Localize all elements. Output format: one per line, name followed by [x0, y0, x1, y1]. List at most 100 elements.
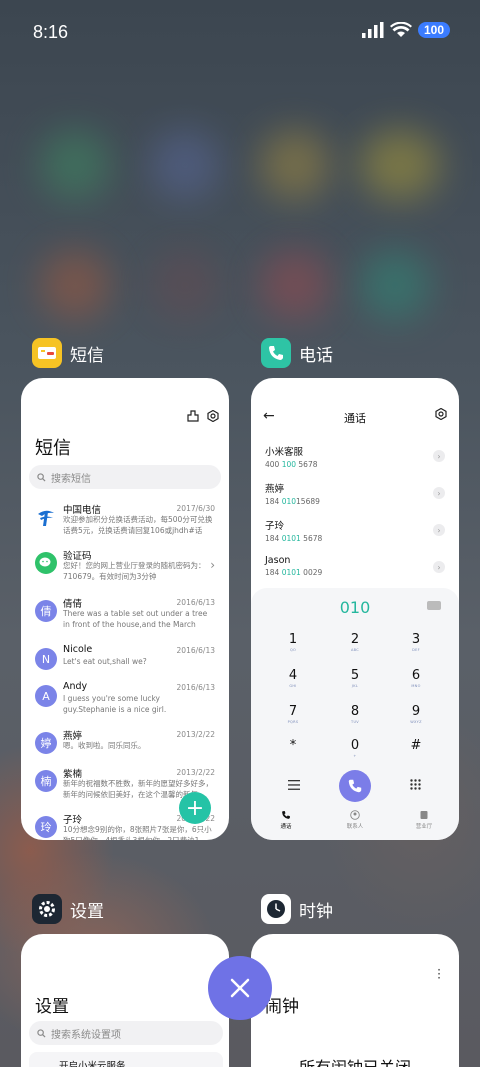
- message-date: 2013/2/22: [176, 730, 215, 739]
- contact-item[interactable]: 小米客服 400 100 5678 ›: [265, 444, 445, 474]
- wifi-icon: [389, 22, 412, 37]
- service-hall-tab-icon: [420, 811, 428, 819]
- phone-icon: [348, 779, 362, 793]
- message-sender: Andy: [63, 681, 88, 692]
- tab-contacts[interactable]: 联系人: [330, 810, 380, 830]
- dial-key-star[interactable]: *: [273, 738, 313, 759]
- close-icon: [230, 978, 250, 998]
- sms-page-title: 短信: [35, 438, 71, 459]
- message-preview: 嗯。收到啦。同乐同乐。: [63, 741, 146, 750]
- chevron-right-icon[interactable]: ›: [433, 561, 445, 573]
- message-date: 2016/6/13: [176, 683, 215, 692]
- clock-app-label[interactable]: 时钟: [261, 894, 333, 924]
- contacts-tab-icon: [350, 810, 360, 820]
- dial-key-1[interactable]: 1 QO: [273, 632, 313, 653]
- message-item[interactable]: 验证码 您好！您的网上营业厅登录的随机密码为：710679。有效时间为3分钟 ›: [21, 548, 229, 592]
- sms-toolbar: [187, 410, 219, 422]
- keypad-grid-icon[interactable]: [410, 779, 421, 790]
- clock-app-name: 时钟: [299, 901, 333, 922]
- settings-page-title: 设置: [35, 997, 69, 1017]
- alarm-status: 所有闹钟已关闭: [251, 1054, 459, 1067]
- contact-name: 子玲: [265, 521, 285, 532]
- message-date: 2016/6/13: [176, 646, 215, 655]
- sms-search-input[interactable]: 搜索短信: [29, 465, 221, 489]
- phone-app-card[interactable]: ← 通话 小米客服 400 100 5678 › 燕婷 184 01015689…: [251, 378, 459, 840]
- message-date: 2017/6/30: [176, 504, 215, 513]
- contact-avatar: 倩: [35, 600, 57, 622]
- contact-item[interactable]: 燕婷 184 01015689 ›: [265, 481, 445, 511]
- dial-key-3[interactable]: 3 DEF: [396, 632, 436, 653]
- message-item[interactable]: 倩 倩倩 2016/6/13 There was a table set out…: [21, 596, 229, 640]
- contact-avatar: N: [35, 648, 57, 670]
- settings-item[interactable]: 开启小米云服务: [29, 1052, 223, 1067]
- contact-item[interactable]: 子玲 184 0101 5678 ›: [265, 518, 445, 548]
- dial-key-4[interactable]: 4 GHI: [273, 668, 313, 689]
- settings-app-label[interactable]: 设置: [32, 894, 104, 924]
- settings-app-name: 设置: [70, 901, 104, 922]
- battery-badge: 100: [417, 22, 450, 38]
- contact-avatar: A: [35, 685, 57, 707]
- dial-key-9[interactable]: 9 WXYZ: [396, 704, 436, 725]
- clock-app-card[interactable]: ··· 闹钟 所有闹钟已关闭: [251, 934, 459, 1067]
- settings-search-input[interactable]: 搜索系统设置项: [29, 1021, 223, 1045]
- wechat-icon: [35, 552, 57, 574]
- phone-app-name: 电话: [299, 345, 333, 366]
- contact-avatar: 楠: [35, 770, 57, 792]
- sms-app-name: 短信: [70, 345, 104, 366]
- contact-avatar: 婷: [35, 732, 57, 754]
- message-date: 2016/6/13: [176, 598, 215, 607]
- contact-number: 184 01015689: [265, 497, 320, 506]
- new-message-button[interactable]: +: [179, 792, 211, 824]
- phone-app-icon: [261, 338, 291, 368]
- status-bar: 8:16 100: [0, 0, 480, 68]
- contact-item[interactable]: Jason 184 0101 0029 ›: [265, 555, 445, 585]
- settings-gear-icon[interactable]: [207, 410, 219, 422]
- search-icon: [37, 472, 46, 482]
- phone-page-title: 通话: [344, 412, 366, 425]
- status-icons: 100: [361, 22, 450, 38]
- dial-key-2[interactable]: 2 ABC: [335, 632, 375, 653]
- message-item[interactable]: 中国电信 2017/6/30 欢迎参加积分兑换话费活动，每500分可兑换话费5元…: [21, 502, 229, 546]
- message-preview: I guess you're some lucky guy.Stephanie …: [63, 694, 167, 714]
- sms-app-icon: [32, 338, 62, 368]
- more-options-icon[interactable]: · · ·: [437, 964, 441, 984]
- settings-app-card[interactable]: 设置 搜索系统设置项 开启小米云服务: [21, 934, 229, 1067]
- dial-key-7[interactable]: 7 PQRS: [273, 704, 313, 725]
- phone-tab-icon: [282, 811, 290, 819]
- phone-header: ← 通话: [251, 406, 459, 430]
- phone-app-label[interactable]: 电话: [261, 338, 333, 368]
- dial-key-0[interactable]: 0 +: [335, 738, 375, 759]
- message-preview: Let's eat out,shall we?: [63, 657, 147, 666]
- clean-icon[interactable]: [187, 410, 199, 422]
- contact-number: 400 100 5678: [265, 460, 318, 469]
- contact-name: 燕婷: [265, 484, 285, 495]
- sms-app-label[interactable]: 短信: [32, 338, 104, 368]
- contact-name: 小米客服: [265, 447, 304, 458]
- sms-search-placeholder: 搜索短信: [51, 473, 91, 485]
- clear-all-button[interactable]: [208, 956, 272, 1020]
- backspace-icon[interactable]: [427, 601, 441, 610]
- dialpad: 010 1 QO 2 ABC 3 DEF 4 GHI 5 JKL 6 MNO 7 PQRS 8…: [251, 588, 459, 840]
- chevron-right-icon[interactable]: ›: [433, 487, 445, 499]
- message-preview: There was a table set out under a tree i…: [63, 609, 208, 629]
- search-icon: [37, 1028, 46, 1038]
- tab-service-hall[interactable]: 营业厅: [399, 810, 449, 830]
- dial-key-hash[interactable]: #: [396, 738, 436, 759]
- call-button[interactable]: [339, 770, 371, 802]
- settings-app-icon: [32, 894, 62, 924]
- contact-name: Jason: [265, 555, 291, 566]
- dial-key-8[interactable]: 8 TUV: [335, 704, 375, 725]
- signal-icon: [361, 22, 384, 38]
- dial-key-6[interactable]: 6 MNO: [396, 668, 436, 689]
- sms-app-card[interactable]: 短信 搜索短信 中国电信 2017/6/30 欢迎参加积分兑换话费活动，每500…: [21, 378, 229, 840]
- chevron-right-icon: ›: [210, 558, 215, 572]
- settings-gear-icon[interactable]: [435, 408, 447, 420]
- dial-key-5[interactable]: 5 JKL: [335, 668, 375, 689]
- chevron-right-icon[interactable]: ›: [433, 524, 445, 536]
- contact-avatar: 玲: [35, 816, 57, 838]
- contact-number: 184 0101 5678: [265, 534, 323, 543]
- menu-icon[interactable]: [288, 780, 300, 790]
- chevron-right-icon[interactable]: ›: [433, 450, 445, 462]
- tab-calls[interactable]: 通话: [261, 810, 311, 830]
- message-item[interactable]: A Andy 2016/6/13 I guess you're some luc…: [21, 681, 229, 725]
